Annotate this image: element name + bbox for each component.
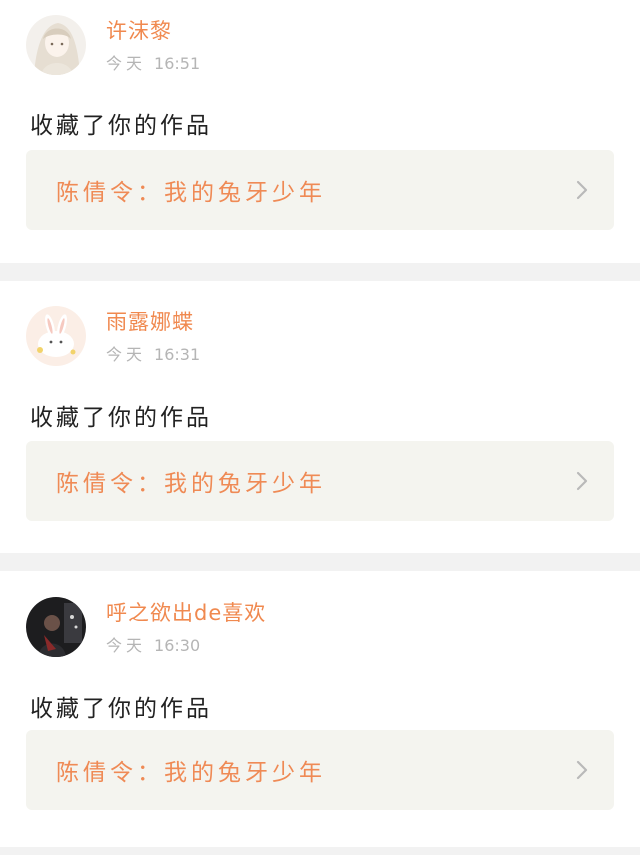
avatar[interactable]: [26, 597, 86, 657]
time-clock: 16:30: [154, 636, 201, 655]
notification-feed: 许沫黎 今天 16:51 收藏了你的作品 陈倩令：我的兔牙少年 雨露娜蝶 今天 …: [0, 0, 640, 855]
time-day: 今天: [106, 636, 147, 655]
time-day: 今天: [106, 345, 147, 364]
username[interactable]: 雨露娜蝶: [106, 308, 200, 336]
username[interactable]: 许沫黎: [106, 17, 200, 45]
user-meta: 呼之欲出de喜欢 今天 16:30: [106, 597, 266, 657]
timestamp: 今天 16:31: [106, 344, 200, 366]
work-title: 陈倩令：我的兔牙少年: [56, 180, 326, 206]
chevron-right-icon: [576, 760, 588, 780]
avatar[interactable]: [26, 306, 86, 366]
notification-header: 雨露娜蝶 今天 16:31: [26, 306, 200, 366]
action-text: 收藏了你的作品: [30, 405, 212, 431]
chevron-right-icon: [576, 471, 588, 491]
card-divider: [0, 263, 640, 281]
notification-header: 呼之欲出de喜欢 今天 16:30: [26, 597, 266, 657]
user-meta: 雨露娜蝶 今天 16:31: [106, 306, 200, 366]
work-link[interactable]: 陈倩令：我的兔牙少年: [26, 441, 614, 521]
time-day: 今天: [106, 54, 147, 73]
notification-header: 许沫黎 今天 16:51: [26, 15, 200, 75]
notification-card: 雨露娜蝶 今天 16:31 收藏了你的作品 陈倩令：我的兔牙少年: [0, 281, 640, 553]
time-clock: 16:51: [154, 54, 201, 73]
notification-card: 呼之欲出de喜欢 今天 16:30 收藏了你的作品 陈倩令：我的兔牙少年: [0, 571, 640, 847]
card-divider: [0, 553, 640, 571]
work-title: 陈倩令：我的兔牙少年: [56, 471, 326, 497]
notification-card: 许沫黎 今天 16:51 收藏了你的作品 陈倩令：我的兔牙少年: [0, 0, 640, 263]
chevron-right-icon: [576, 180, 588, 200]
action-text: 收藏了你的作品: [30, 696, 212, 722]
user-meta: 许沫黎 今天 16:51: [106, 15, 200, 75]
work-link[interactable]: 陈倩令：我的兔牙少年: [26, 150, 614, 230]
timestamp: 今天 16:51: [106, 53, 200, 75]
card-divider: [0, 847, 640, 855]
work-link[interactable]: 陈倩令：我的兔牙少年: [26, 730, 614, 810]
work-title: 陈倩令：我的兔牙少年: [56, 760, 326, 786]
time-clock: 16:31: [154, 345, 201, 364]
action-text: 收藏了你的作品: [30, 113, 212, 139]
username[interactable]: 呼之欲出de喜欢: [106, 599, 266, 627]
timestamp: 今天 16:30: [106, 635, 266, 657]
avatar[interactable]: [26, 15, 86, 75]
